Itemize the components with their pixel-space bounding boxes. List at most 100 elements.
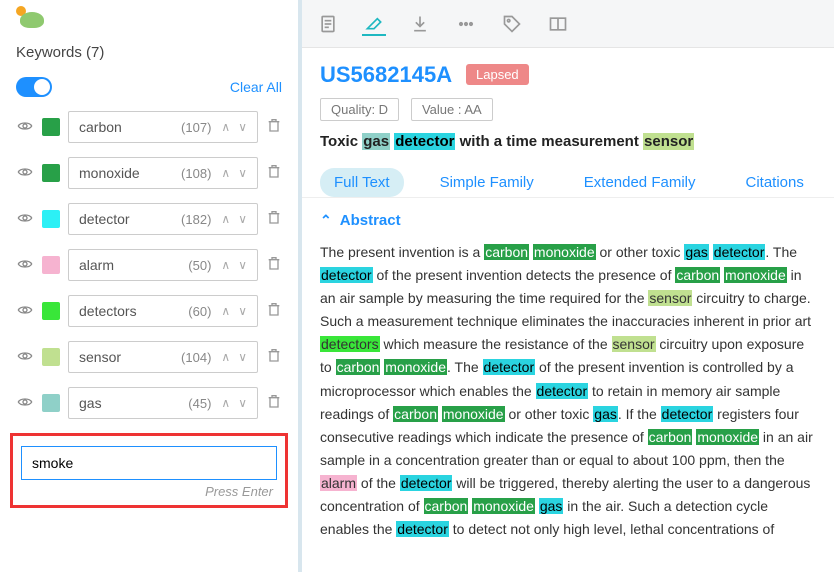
keyword-box[interactable]: detector(182)∧∨ xyxy=(68,203,258,235)
trash-icon[interactable] xyxy=(266,393,282,414)
chevron-up-icon[interactable]: ∧ xyxy=(217,166,234,180)
chevron-down-icon[interactable]: ∨ xyxy=(234,350,251,364)
color-swatch[interactable] xyxy=(42,118,60,136)
doc-tabs: Full Text Simple Family Extended Family Cit… xyxy=(302,156,834,198)
highlight: carbon xyxy=(648,429,693,445)
chevron-down-icon[interactable]: ∨ xyxy=(234,396,251,410)
highlight: carbon xyxy=(424,498,469,514)
highlight: detector xyxy=(483,359,536,375)
highlight: monoxide xyxy=(472,498,535,514)
tab-full-text[interactable]: Full Text xyxy=(320,168,404,197)
keyword-count: (45) xyxy=(188,396,211,411)
keyword-label: gas xyxy=(79,395,188,411)
color-swatch[interactable] xyxy=(42,256,60,274)
keyword-row: carbon(107)∧∨ xyxy=(16,111,282,143)
highlight: carbon xyxy=(675,267,720,283)
keyword-box[interactable]: detectors(60)∧∨ xyxy=(68,295,258,327)
chevron-up-icon[interactable]: ∧ xyxy=(217,396,234,410)
eye-icon[interactable] xyxy=(16,348,34,367)
split-view-icon[interactable] xyxy=(546,12,570,36)
keyword-box[interactable]: gas(45) ∧∨ xyxy=(68,387,258,419)
eye-icon[interactable] xyxy=(16,210,34,229)
tab-simple-family[interactable]: Simple Family xyxy=(426,168,548,197)
download-icon[interactable] xyxy=(408,12,432,36)
color-swatch[interactable] xyxy=(42,394,60,412)
trash-icon[interactable] xyxy=(266,117,282,138)
color-swatch[interactable] xyxy=(42,348,60,366)
keyword-box[interactable]: monoxide(108) ∧∨ xyxy=(68,157,258,189)
chevron-down-icon[interactable]: ∨ xyxy=(234,212,251,226)
eye-icon[interactable] xyxy=(16,256,34,275)
document-icon[interactable] xyxy=(316,12,340,36)
highlight: detector xyxy=(320,267,373,283)
trash-icon[interactable] xyxy=(266,163,282,184)
keyword-count: (108) xyxy=(181,166,211,181)
keyword-box[interactable]: alarm(50)∧∨ xyxy=(68,249,258,281)
highlight-icon[interactable] xyxy=(362,12,386,36)
highlight: carbon xyxy=(336,359,381,375)
chevron-up-icon[interactable]: ∧ xyxy=(217,258,234,272)
highlight: monoxide xyxy=(696,429,759,445)
keyword-input[interactable] xyxy=(21,446,277,480)
trash-icon[interactable] xyxy=(266,301,282,322)
keyword-label: detector xyxy=(79,211,181,227)
highlight: detector xyxy=(396,521,449,537)
keyword-label: monoxide xyxy=(79,165,181,181)
chevron-up-icon[interactable]: ∧ xyxy=(217,120,234,134)
highlight: sensor xyxy=(648,290,692,306)
highlight: alarm xyxy=(320,475,357,491)
highlight: sensor xyxy=(612,336,656,352)
chevron-down-icon[interactable]: ∨ xyxy=(234,304,251,318)
clear-all-link[interactable]: Clear All xyxy=(230,79,282,95)
keyword-count: (107) xyxy=(181,120,211,135)
color-swatch[interactable] xyxy=(42,302,60,320)
color-swatch[interactable] xyxy=(42,210,60,228)
eye-icon[interactable] xyxy=(16,164,34,183)
highlight: detector xyxy=(661,406,714,422)
eye-icon[interactable] xyxy=(16,394,34,413)
abstract-toggle[interactable]: Abstract xyxy=(320,212,816,229)
highlight: monoxide xyxy=(724,267,787,283)
keyword-label: sensor xyxy=(79,349,181,365)
chevron-up-icon[interactable]: ∧ xyxy=(217,212,234,226)
tag-icon[interactable] xyxy=(500,12,524,36)
highlight: monoxide xyxy=(533,244,596,260)
keyword-box[interactable]: sensor(104) ∧∨ xyxy=(68,341,258,373)
sidebar: Keywords (7) Clear All carbon(107)∧∨mono… xyxy=(0,0,302,572)
eye-icon[interactable] xyxy=(16,118,34,137)
hl-detector: detector xyxy=(394,133,455,150)
highlight: gas xyxy=(684,244,709,260)
doc-id[interactable]: US5682145A xyxy=(320,62,452,88)
chevron-up-icon[interactable]: ∧ xyxy=(217,350,234,364)
highlight: carbon xyxy=(484,244,529,260)
doc-title: Toxic gas detector with a time measureme… xyxy=(320,133,816,150)
keywords-toggle[interactable] xyxy=(16,77,52,97)
keywords-title: Keywords (7) xyxy=(16,44,104,61)
chevron-down-icon[interactable]: ∨ xyxy=(234,166,251,180)
app-logo xyxy=(12,4,52,30)
logo-bar xyxy=(0,0,298,36)
keyword-box[interactable]: carbon(107)∧∨ xyxy=(68,111,258,143)
highlight: detector xyxy=(713,244,766,260)
trash-icon[interactable] xyxy=(266,255,282,276)
toolbar xyxy=(302,0,834,48)
chevron-down-icon[interactable]: ∨ xyxy=(234,258,251,272)
highlight: detector xyxy=(400,475,453,491)
keyword-row: sensor(104) ∧∨ xyxy=(16,341,282,373)
trash-icon[interactable] xyxy=(266,347,282,368)
quality-pill: Quality: D xyxy=(320,98,399,121)
highlight: detector xyxy=(536,383,589,399)
tab-citations[interactable]: Citations xyxy=(731,168,817,197)
keyword-count: (104) xyxy=(181,350,211,365)
eye-icon[interactable] xyxy=(16,302,34,321)
tab-extended-family[interactable]: Extended Family xyxy=(570,168,710,197)
keyword-input-hint: Press Enter xyxy=(21,484,277,499)
keyword-row: detector(182)∧∨ xyxy=(16,203,282,235)
color-swatch[interactable] xyxy=(42,164,60,182)
abstract-section: Abstract The present invention is a carb… xyxy=(302,198,834,572)
chevron-up-icon[interactable]: ∧ xyxy=(217,304,234,318)
status-badge: Lapsed xyxy=(466,64,529,85)
options-icon[interactable] xyxy=(454,12,478,36)
chevron-down-icon[interactable]: ∨ xyxy=(234,120,251,134)
trash-icon[interactable] xyxy=(266,209,282,230)
